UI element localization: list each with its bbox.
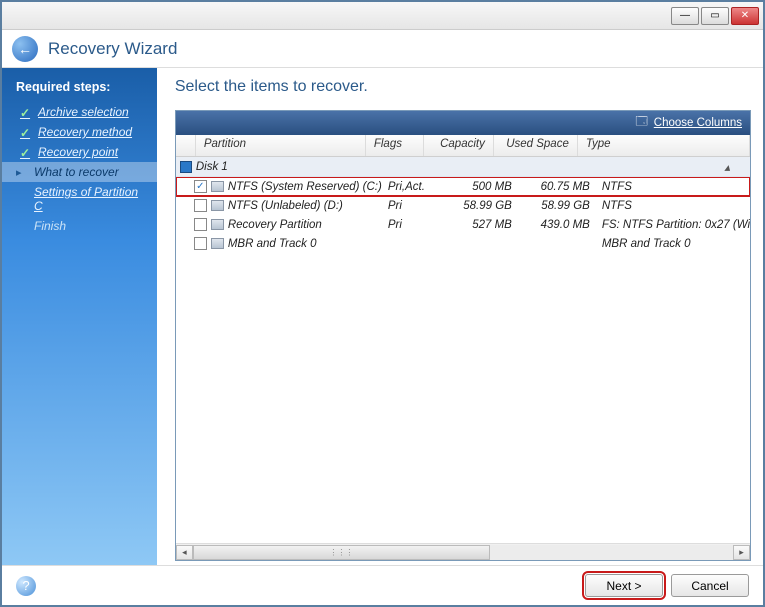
check-icon: ✓ — [20, 146, 32, 158]
sidebar-item: Finish — [2, 216, 157, 236]
table-row[interactable]: NTFS (Unlabeled) (D:) Pri 58.99 GB 58.99 GB… — [176, 196, 750, 215]
cell-used: 60.75 MB — [516, 181, 594, 193]
column-headers: Partition Flags Capacity Used Space Type — [176, 135, 750, 157]
col-flags[interactable]: Flags — [366, 135, 424, 156]
minimize-button[interactable]: — — [671, 7, 699, 25]
partition-icon — [211, 200, 224, 211]
cell-partition: NTFS (Unlabeled) (D:) — [228, 200, 384, 212]
main-panel: Select the items to recover. 🗔 Choose Co… — [157, 68, 763, 565]
cell-flags: Pri — [388, 219, 438, 231]
header: ← Recovery Wizard — [2, 30, 763, 68]
help-button[interactable]: ? — [16, 576, 36, 596]
cell-type: NTFS — [598, 200, 750, 212]
choose-columns-icon: 🗔 — [635, 114, 647, 133]
footer: ? Next > Cancel — [2, 565, 763, 605]
cell-capacity: 527 MB — [442, 219, 512, 231]
check-icon: ✓ — [20, 126, 32, 138]
sidebar-heading: Required steps: — [2, 76, 157, 102]
cell-flags: Pri,Act. — [388, 181, 438, 193]
cell-capacity: 500 MB — [442, 181, 512, 193]
disk-row[interactable]: Disk 1 ▴ — [176, 157, 750, 177]
cell-type: FS: NTFS Partition: 0x27 (Wi — [598, 219, 750, 231]
sidebar-item-label: What to recover — [34, 165, 119, 179]
scroll-thumb[interactable]: ⋮⋮⋮ — [193, 545, 490, 560]
partition-panel: 🗔 Choose Columns Partition Flags Capacit… — [175, 110, 751, 561]
partition-icon — [211, 238, 224, 249]
cancel-button[interactable]: Cancel — [671, 574, 749, 597]
close-button[interactable]: ✕ — [731, 7, 759, 25]
cell-partition: Recovery Partition — [228, 219, 384, 231]
partition-icon — [211, 219, 224, 230]
table-row[interactable]: MBR and Track 0 MBR and Track 0 — [176, 234, 750, 253]
cell-capacity: 58.99 GB — [442, 200, 512, 212]
back-arrow-icon: ← — [18, 41, 32, 57]
sidebar-item[interactable]: ✓ Recovery method — [2, 122, 157, 142]
sidebar: Required steps: ✓ Archive selection ✓ Recov… — [2, 68, 157, 565]
next-button[interactable]: Next > — [585, 574, 663, 597]
sidebar-item-label: Recovery method — [38, 125, 132, 139]
col-partition[interactable]: Partition — [196, 135, 366, 156]
scroll-left-button[interactable]: ◂ — [176, 545, 193, 560]
cell-flags: Pri — [388, 200, 438, 212]
cell-partition: MBR and Track 0 — [228, 238, 384, 250]
horizontal-scrollbar[interactable]: ◂ ⋮⋮⋮ ▸ — [176, 543, 750, 560]
table-row[interactable]: Recovery Partition Pri 527 MB 439.0 MB FS: N… — [176, 215, 750, 234]
row-checkbox[interactable] — [194, 237, 207, 250]
disk-label: Disk 1 — [196, 161, 228, 173]
sidebar-item-label: Settings of Partition C — [34, 185, 143, 213]
back-button[interactable]: ← — [12, 36, 38, 62]
sidebar-item-label: Finish — [34, 219, 66, 233]
cell-type: MBR and Track 0 — [598, 238, 750, 250]
table-row[interactable]: ✓ NTFS (System Reserved) (C:) Pri,Act. 500 … — [176, 177, 750, 196]
cell-type: NTFS — [598, 181, 750, 193]
partition-tree: Disk 1 ▴ ✓ NTFS (System Reserved) (C:) Pri… — [176, 157, 750, 543]
choose-columns-link[interactable]: Choose Columns — [654, 117, 742, 129]
col-type[interactable]: Type — [578, 135, 750, 156]
panel-toolbar: 🗔 Choose Columns — [176, 111, 750, 135]
cell-partition: NTFS (System Reserved) (C:) — [228, 181, 384, 193]
scroll-right-button[interactable]: ▸ — [733, 545, 750, 560]
partition-icon — [211, 181, 224, 192]
row-checkbox[interactable] — [194, 218, 207, 231]
scroll-track[interactable]: ⋮⋮⋮ — [193, 545, 733, 560]
sidebar-item[interactable]: ✓ Archive selection — [2, 102, 157, 122]
sidebar-item[interactable]: ✓ Recovery point — [2, 142, 157, 162]
maximize-button[interactable]: ▭ — [701, 7, 729, 25]
disk-icon — [180, 161, 192, 173]
main-heading: Select the items to recover. — [175, 78, 751, 96]
cell-used: 58.99 GB — [516, 200, 594, 212]
sidebar-item-label: Recovery point — [38, 145, 118, 159]
sidebar-item-label: Archive selection — [38, 105, 129, 119]
window-title: Recovery Wizard — [48, 39, 177, 59]
row-checkbox[interactable] — [194, 199, 207, 212]
titlebar: — ▭ ✕ — [2, 2, 763, 30]
col-capacity[interactable]: Capacity — [424, 135, 494, 156]
sidebar-item[interactable]: Settings of Partition C — [2, 182, 157, 216]
cell-used: 439.0 MB — [516, 219, 594, 231]
collapse-icon[interactable]: ▴ — [724, 160, 730, 174]
col-used[interactable]: Used Space — [494, 135, 578, 156]
row-checkbox[interactable]: ✓ — [194, 180, 207, 193]
current-arrow-icon: ▸ — [16, 166, 28, 178]
sidebar-item[interactable]: ▸ What to recover — [2, 162, 157, 182]
check-icon: ✓ — [20, 106, 32, 118]
